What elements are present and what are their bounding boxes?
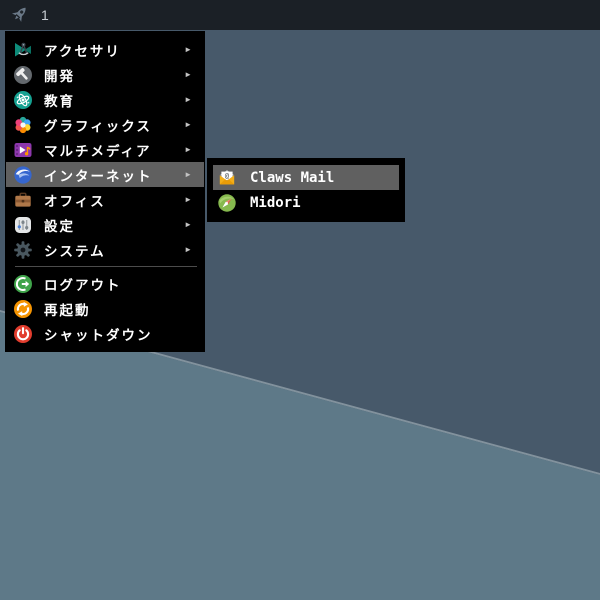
menu-item-label: グラフィックス: [44, 118, 152, 134]
menu-item-label: シャットダウン: [44, 327, 153, 343]
submenu-item-claws-mail[interactable]: @ Claws Mail: [213, 165, 399, 190]
menu-item-restart[interactable]: 再起動: [6, 296, 204, 321]
submenu-item-label: Claws Mail: [250, 169, 335, 186]
menu-item-label: 開発: [44, 68, 75, 84]
menu-item-settings[interactable]: 設定 ►: [6, 212, 204, 237]
submenu-arrow-icon: ►: [184, 95, 192, 104]
submenu-arrow-icon: ►: [184, 120, 192, 129]
menu-item-logout[interactable]: ログアウト: [6, 271, 204, 296]
submenu-item-label: Midori: [250, 194, 301, 211]
menu-item-system[interactable]: システム ►: [6, 237, 204, 262]
top-panel: 1: [0, 0, 600, 30]
menu-item-label: 教育: [44, 93, 75, 109]
midori-icon: [217, 193, 237, 213]
submenu-arrow-icon: ►: [184, 170, 192, 179]
menu-separator: [15, 266, 197, 267]
shutdown-icon: [13, 324, 33, 344]
rocket-icon[interactable]: [8, 4, 30, 26]
application-menu: アクセサリ ► 開発 ► 教育 ► グラフィックス ► マルチメディア ► イン…: [5, 31, 205, 352]
claws-mail-icon: @: [217, 168, 237, 188]
submenu-arrow-icon: ►: [184, 245, 192, 254]
submenu-item-midori[interactable]: Midori: [213, 190, 399, 215]
menu-item-development[interactable]: 開発 ►: [6, 62, 204, 87]
submenu-arrow-icon: ►: [184, 220, 192, 229]
menu-item-accessories[interactable]: アクセサリ ►: [6, 37, 204, 62]
menu-item-label: マルチメディア: [44, 143, 152, 159]
internet-icon: [13, 165, 33, 185]
settings-icon: [13, 215, 33, 235]
menu-item-label: 再起動: [44, 302, 91, 318]
menu-item-label: システム: [44, 243, 106, 259]
menu-item-label: 設定: [44, 218, 75, 234]
submenu-arrow-icon: ►: [184, 45, 192, 54]
graphics-icon: [13, 115, 33, 135]
menu-item-label: ログアウト: [44, 277, 122, 293]
svg-text:@: @: [225, 171, 229, 179]
education-icon: [13, 90, 33, 110]
submenu-arrow-icon: ►: [184, 70, 192, 79]
accessories-icon: [13, 40, 33, 60]
menu-item-office[interactable]: オフィス ►: [6, 187, 204, 212]
menu-item-shutdown[interactable]: シャットダウン: [6, 321, 204, 346]
menu-item-label: オフィス: [44, 193, 106, 209]
menu-item-label: インターネット: [44, 168, 153, 184]
menu-item-multimedia[interactable]: マルチメディア ►: [6, 137, 204, 162]
internet-submenu: @ Claws Mail Midori: [207, 158, 405, 222]
workspace-indicator[interactable]: 1: [41, 7, 49, 23]
logout-icon: [13, 274, 33, 294]
menu-item-graphics[interactable]: グラフィックス ►: [6, 112, 204, 137]
office-icon: [13, 190, 33, 210]
development-icon: [13, 65, 33, 85]
menu-item-education[interactable]: 教育 ►: [6, 87, 204, 112]
menu-item-internet[interactable]: インターネット ►: [6, 162, 204, 187]
restart-icon: [13, 299, 33, 319]
multimedia-icon: [13, 140, 33, 160]
menu-item-label: アクセサリ: [44, 43, 121, 59]
submenu-arrow-icon: ►: [184, 195, 192, 204]
submenu-arrow-icon: ►: [184, 145, 192, 154]
system-icon: [13, 240, 33, 260]
